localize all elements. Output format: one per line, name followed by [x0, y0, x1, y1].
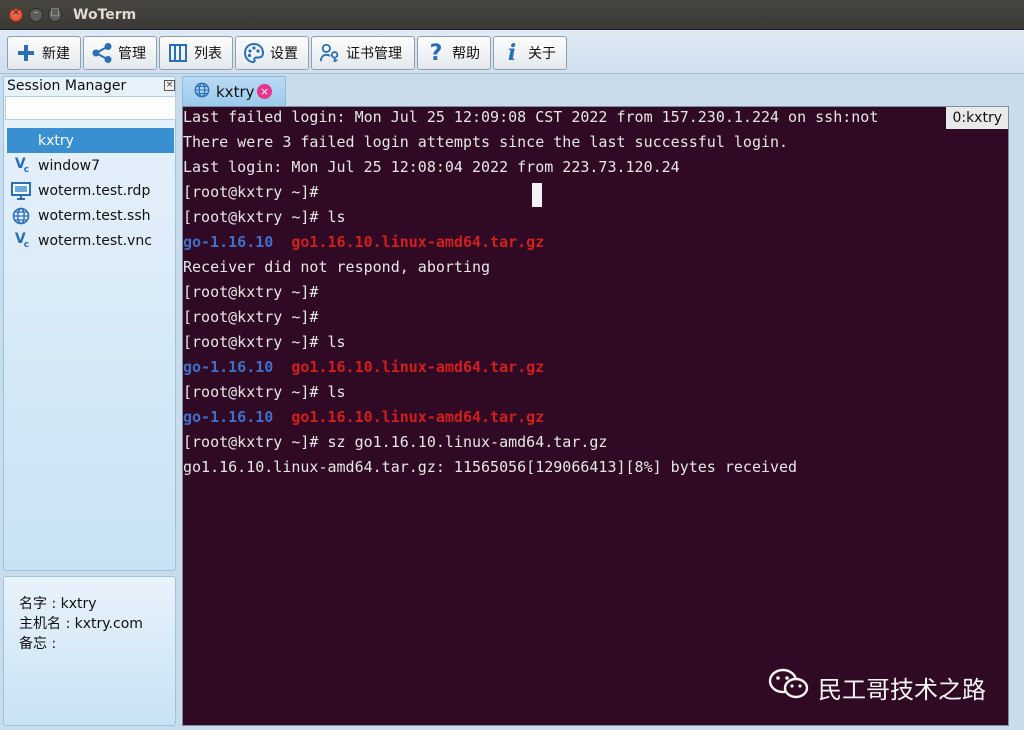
- new-button-label: 新建: [42, 46, 70, 62]
- terminal-line: [root@kxtry ~]#: [183, 283, 319, 301]
- manage-button[interactable]: 管理: [83, 36, 157, 70]
- session-host-info: 主机名 : kxtry.com: [19, 616, 143, 632]
- share-icon: [91, 42, 113, 64]
- vnc-icon: Vc: [14, 231, 29, 250]
- minimize-icon: –: [33, 7, 39, 18]
- key-user-icon: [319, 42, 341, 64]
- list-panel-icon: [167, 42, 189, 64]
- help-button[interactable]: ? 帮助: [417, 36, 491, 70]
- terminal-line: go1.16.10.linux-amd64.tar.gz: 11565056[1…: [183, 458, 798, 476]
- session-item-label: kxtry: [38, 132, 74, 149]
- globe-icon: [10, 206, 32, 226]
- panel-close-button[interactable]: ×: [164, 80, 175, 91]
- help-button-label: 帮助: [452, 46, 480, 62]
- archive-entry: go1.16.10.linux-amd64.tar.gz: [291, 408, 545, 426]
- session-manager-title: Session Manager: [7, 78, 127, 94]
- palette-icon: [243, 42, 265, 64]
- window-title: WoTerm: [73, 7, 137, 23]
- terminal-line: [root@kxtry ~]#: [183, 308, 319, 326]
- settings-button[interactable]: 设置: [235, 36, 309, 70]
- info-icon: i: [507, 40, 517, 66]
- terminal-line: There were 3 failed login attempts since…: [183, 133, 789, 151]
- session-item-ssh[interactable]: woterm.test.ssh: [7, 203, 174, 228]
- tab-label: kxtry: [216, 82, 255, 101]
- session-item-label: woterm.test.ssh: [38, 207, 151, 224]
- terminal-line: [root@kxtry ~]# ls: [183, 383, 346, 401]
- terminal-view[interactable]: Last failed login: Mon Jul 25 12:09:08 C…: [182, 106, 1009, 726]
- window-minimize-button[interactable]: –: [29, 7, 43, 22]
- toolbar: 新建 管理 列表 设置 证书管理 ? 帮助 i 关于: [0, 30, 1024, 74]
- terminal-line: go-1.16.10 go1.16.10.linux-amd64.tar.gz: [183, 233, 544, 258]
- session-manager-panel: Session Manager × kxtry Vc window7 woter…: [3, 76, 176, 571]
- globe-icon: [194, 82, 210, 102]
- terminal-line: go-1.16.10 go1.16.10.linux-amd64.tar.gz: [183, 358, 544, 383]
- session-search-input[interactable]: [5, 96, 176, 120]
- close-icon: ×: [11, 7, 21, 18]
- directory-entry: go-1.16.10: [183, 233, 274, 251]
- session-item-label: window7: [38, 157, 101, 174]
- terminal-line: [root@kxtry ~]#: [183, 183, 319, 201]
- session-item-label: woterm.test.rdp: [38, 182, 151, 199]
- archive-entry: go1.16.10.linux-amd64.tar.gz: [291, 358, 545, 376]
- window-maximize-button[interactable]: □: [48, 7, 62, 22]
- title-bar: × – □ WoTerm: [0, 0, 1024, 30]
- terminal-line: [root@kxtry ~]# ls: [183, 208, 346, 226]
- list-button-label: 列表: [194, 46, 222, 62]
- terminal-line: [root@kxtry ~]# sz go1.16.10.linux-amd64…: [183, 433, 608, 451]
- terminal-line: Last failed login: Mon Jul 25 12:09:08 C…: [183, 108, 879, 126]
- watermark-text: 民工哥技术之路: [818, 675, 986, 704]
- archive-entry: go1.16.10.linux-amd64.tar.gz: [291, 233, 545, 251]
- terminal-cursor: [532, 183, 542, 207]
- session-item-label: woterm.test.vnc: [38, 232, 152, 249]
- session-item-vnc[interactable]: Vc woterm.test.vnc: [7, 228, 174, 253]
- vnc-icon: Vc: [14, 156, 29, 175]
- terminal-line: go-1.16.10 go1.16.10.linux-amd64.tar.gz: [183, 408, 544, 433]
- wechat-icon: [768, 667, 810, 707]
- maximize-icon: □: [50, 7, 60, 18]
- about-button-label: 关于: [528, 46, 556, 62]
- rdp-monitor-icon: [10, 181, 32, 201]
- directory-entry: go-1.16.10: [183, 408, 274, 426]
- certificate-manage-button-label: 证书管理: [346, 46, 402, 62]
- plus-icon: [15, 42, 37, 64]
- session-note-info: 备忘 :: [19, 636, 57, 652]
- window-close-button[interactable]: ×: [9, 7, 23, 22]
- terminal-line: Receiver did not respond, aborting: [183, 258, 491, 276]
- session-item-kxtry[interactable]: kxtry: [7, 128, 174, 153]
- certificate-manage-button[interactable]: 证书管理: [311, 36, 415, 70]
- question-icon: ?: [429, 40, 443, 66]
- manage-button-label: 管理: [118, 46, 146, 62]
- watermark: 民工哥技术之路: [768, 667, 986, 707]
- session-name-info: 名字 : kxtry: [19, 596, 97, 612]
- new-button[interactable]: 新建: [7, 36, 81, 70]
- terminal-line: Last login: Mon Jul 25 12:08:04 2022 fro…: [183, 158, 680, 176]
- session-item-window7[interactable]: Vc window7: [7, 153, 174, 178]
- tab-close-icon[interactable]: ×: [257, 84, 272, 99]
- about-button[interactable]: i 关于: [493, 36, 567, 70]
- directory-entry: go-1.16.10: [183, 358, 274, 376]
- list-button[interactable]: 列表: [159, 36, 233, 70]
- window-edge: [1010, 76, 1024, 730]
- tab-kxtry[interactable]: kxtry ×: [182, 76, 286, 106]
- terminal-line: [root@kxtry ~]# ls: [183, 333, 346, 351]
- session-list: kxtry Vc window7 woterm.test.rdp woterm.…: [7, 128, 174, 253]
- session-item-rdp[interactable]: woterm.test.rdp: [7, 178, 174, 203]
- tmux-session-tag: 0:kxtry: [946, 107, 1008, 129]
- settings-button-label: 设置: [270, 46, 298, 62]
- session-info-panel: 名字 : kxtry 主机名 : kxtry.com 备忘 :: [3, 576, 176, 726]
